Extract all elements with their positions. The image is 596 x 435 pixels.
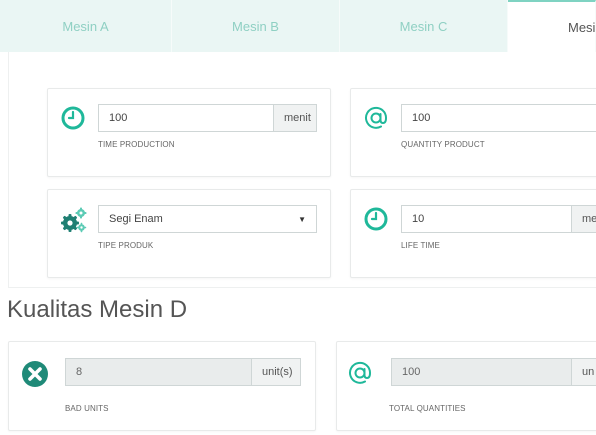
- time-production-group: 100 menit: [98, 104, 317, 132]
- chevron-down-icon: ▼: [298, 214, 306, 224]
- machine-panel: 100 menit TIME PRODUCTION 100 QUANTITY P…: [8, 52, 596, 288]
- life-time-card: 10 me LIFE TIME: [350, 189, 596, 278]
- tipe-produk-group: Segi Enam ▼: [98, 205, 317, 233]
- time-production-card: 100 menit TIME PRODUCTION: [47, 88, 331, 177]
- quantity-product-group: 100: [401, 104, 596, 132]
- tipe-produk-card: Segi Enam ▼ TIPE PRODUK: [47, 189, 331, 278]
- life-time-unit: me: [571, 205, 596, 233]
- life-time-group: 10 me: [401, 205, 596, 233]
- total-quantities-input: 100: [391, 358, 571, 386]
- clock-icon: [60, 105, 86, 131]
- tab-mesin-a[interactable]: Mesin A: [0, 0, 172, 52]
- clock-icon: [363, 206, 389, 232]
- bad-units-group: 8 unit(s): [65, 358, 301, 386]
- quantity-product-card: 100 QUANTITY PRODUCT: [350, 88, 596, 177]
- bad-units-unit: unit(s): [251, 358, 301, 386]
- total-quantities-card: 100 un TOTAL QUANTITIES: [336, 341, 596, 431]
- bad-units-label: BAD UNITS: [65, 404, 109, 413]
- gears-icon: [60, 206, 88, 234]
- at-icon: [363, 105, 389, 131]
- tipe-produk-label: TIPE PRODUK: [98, 241, 154, 250]
- life-time-label: LIFE TIME: [401, 241, 440, 250]
- quantity-product-label: QUANTITY PRODUCT: [401, 140, 485, 149]
- tab-mesin-b[interactable]: Mesin B: [172, 0, 340, 52]
- at-icon: [347, 360, 373, 386]
- bad-units-card: 8 unit(s) BAD UNITS: [8, 341, 316, 431]
- machine-tabs: Mesin A Mesin B Mesin C Mesin: [0, 0, 596, 52]
- x-circle-icon: [21, 360, 49, 388]
- tipe-produk-select[interactable]: Segi Enam ▼: [98, 205, 317, 233]
- time-production-input[interactable]: 100: [98, 104, 273, 132]
- bad-units-input: 8: [65, 358, 251, 386]
- total-quantities-unit: un: [571, 358, 596, 386]
- time-production-unit: menit: [273, 104, 317, 132]
- life-time-input[interactable]: 10: [401, 205, 571, 233]
- tab-mesin-d[interactable]: Mesin: [508, 0, 596, 52]
- time-production-label: TIME PRODUCTION: [98, 140, 175, 149]
- quality-section-title: Kualitas Mesin D: [7, 296, 188, 323]
- tipe-produk-selected: Segi Enam: [109, 213, 163, 225]
- tab-mesin-c[interactable]: Mesin C: [340, 0, 508, 52]
- total-quantities-group: 100 un: [391, 358, 596, 386]
- quantity-product-input[interactable]: 100: [401, 104, 596, 132]
- total-quantities-label: TOTAL QUANTITIES: [389, 404, 466, 413]
